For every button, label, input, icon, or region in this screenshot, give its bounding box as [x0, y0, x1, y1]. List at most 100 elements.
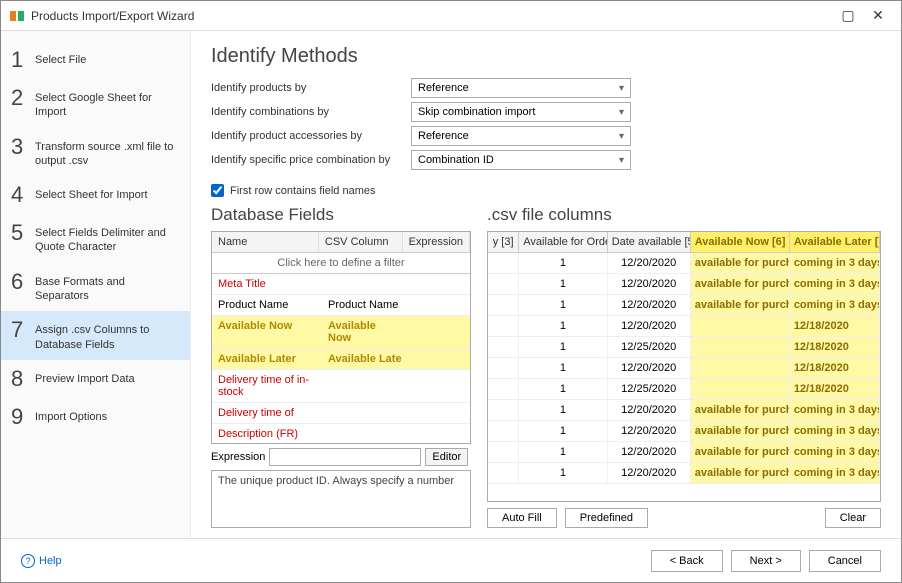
expression-label: Expression [211, 451, 265, 463]
window-title: Products Import/Export Wizard [31, 9, 194, 23]
csv-cell: coming in 3 days [790, 253, 880, 273]
step-number-6: 6 [11, 271, 35, 293]
db-cell-name: Product Name [212, 295, 322, 315]
csv-cell: available for purchase [691, 463, 790, 483]
wizard-step-1[interactable]: 1Select File [1, 41, 190, 79]
wizard-step-9[interactable]: 9Import Options [1, 398, 190, 436]
csv-row[interactable]: 112/20/2020available for purchasecoming … [488, 253, 880, 274]
back-button[interactable]: < Back [651, 550, 723, 572]
identify-select-2[interactable]: Reference▾ [411, 126, 631, 146]
csv-cell: 1 [519, 337, 607, 357]
csv-row[interactable]: 112/20/2020available for purchasecoming … [488, 400, 880, 421]
clear-button[interactable]: Clear [825, 508, 881, 528]
csv-col-header[interactable]: Available Later [7] [790, 232, 880, 252]
wizard-step-4[interactable]: 4Select Sheet for Import [1, 176, 190, 214]
close-button[interactable]: ✕ [863, 1, 893, 31]
db-cell-name: Description (FR) [212, 424, 322, 443]
first-row-checkbox[interactable] [211, 184, 224, 197]
csv-row[interactable]: 112/20/202012/18/2020 [488, 358, 880, 379]
csv-cell: 1 [519, 295, 607, 315]
db-col-csv[interactable]: CSV Column [319, 232, 403, 252]
chevron-down-icon: ▾ [619, 83, 624, 94]
db-fields-heading: Database Fields [211, 205, 471, 225]
csv-cell: coming in 3 days [790, 274, 880, 294]
step-label-3: Transform source .xml file to output .cs… [35, 136, 180, 169]
predefined-button[interactable]: Predefined [565, 508, 648, 528]
csv-row[interactable]: 112/20/2020available for purchasecoming … [488, 463, 880, 484]
step-label-5: Select Fields Delimiter and Quote Charac… [35, 222, 180, 255]
cancel-button[interactable]: Cancel [809, 550, 881, 572]
csv-row[interactable]: 112/20/202012/18/2020 [488, 316, 880, 337]
identify-label-0: Identify products by [211, 82, 411, 94]
step-number-8: 8 [11, 368, 35, 390]
csv-cell [488, 253, 519, 273]
csv-cell: 1 [519, 379, 607, 399]
identify-select-3[interactable]: Combination ID▾ [411, 150, 631, 170]
expression-input[interactable] [269, 448, 421, 466]
csv-cell: 1 [519, 442, 607, 462]
db-row[interactable]: Description (FR) [212, 424, 470, 443]
db-row[interactable]: Available LaterAvailable Late [212, 349, 470, 370]
help-icon: ? [21, 554, 35, 568]
csv-cell: 12/20/2020 [608, 400, 691, 420]
wizard-step-5[interactable]: 5Select Fields Delimiter and Quote Chara… [1, 214, 190, 263]
footer: ? Help < Back Next > Cancel [1, 538, 901, 582]
csv-cell: 12/25/2020 [608, 337, 691, 357]
identify-label-1: Identify combinations by [211, 106, 411, 118]
csv-col-header[interactable]: Date available [5] [608, 232, 691, 252]
editor-button[interactable]: Editor [425, 448, 468, 466]
db-row[interactable]: Meta Title [212, 274, 470, 295]
csv-row[interactable]: 112/20/2020available for purchasecoming … [488, 295, 880, 316]
csv-cell: 12/20/2020 [608, 295, 691, 315]
csv-cell: 12/25/2020 [608, 379, 691, 399]
wizard-step-2[interactable]: 2Select Google Sheet for Import [1, 79, 190, 128]
db-filter-row[interactable]: Click here to define a filter [212, 253, 470, 274]
csv-cell: 12/20/2020 [608, 316, 691, 336]
csv-col-header[interactable]: Available Now [6] [691, 232, 790, 252]
csv-cell: 12/18/2020 [790, 358, 880, 378]
db-col-expr[interactable]: Expression [403, 232, 470, 252]
step-number-5: 5 [11, 222, 35, 244]
csv-cell [691, 316, 790, 336]
csv-row[interactable]: 112/20/2020available for purchasecoming … [488, 442, 880, 463]
step-label-1: Select File [35, 49, 180, 67]
wizard-step-8[interactable]: 8Preview Import Data [1, 360, 190, 398]
step-number-7: 7 [11, 319, 35, 341]
db-col-name[interactable]: Name [212, 232, 319, 252]
csv-row[interactable]: 112/20/2020available for purchasecoming … [488, 421, 880, 442]
csv-col-header[interactable]: y [3] [488, 232, 519, 252]
help-link[interactable]: ? Help [21, 554, 62, 568]
step-label-4: Select Sheet for Import [35, 184, 180, 202]
db-cell-csv [322, 370, 408, 402]
db-row[interactable]: Delivery time of in-stock [212, 370, 470, 403]
csv-cell: 12/18/2020 [790, 379, 880, 399]
wizard-step-3[interactable]: 3Transform source .xml file to output .c… [1, 128, 190, 177]
maximize-button[interactable]: ▢ [833, 1, 863, 31]
db-row[interactable]: Delivery time of [212, 403, 470, 424]
step-number-3: 3 [11, 136, 35, 158]
db-row[interactable]: Available NowAvailable Now [212, 316, 470, 349]
csv-row[interactable]: 112/25/2020 12/18/2020 [488, 379, 880, 400]
wizard-window: Products Import/Export Wizard ▢ ✕ 1Selec… [0, 0, 902, 583]
csv-row[interactable]: 112/20/2020available for purchasecoming … [488, 274, 880, 295]
db-fields-grid[interactable]: Name CSV Column Expression Click here to… [211, 231, 471, 444]
step-label-7: Assign .csv Columns to Database Fields [35, 319, 180, 352]
db-cell-csv: Available Late [322, 349, 408, 369]
first-row-label: First row contains field names [230, 185, 376, 197]
csv-row[interactable]: 112/25/202012/18/2020 [488, 337, 880, 358]
step-number-9: 9 [11, 406, 35, 428]
db-row[interactable]: Product NameProduct Name [212, 295, 470, 316]
wizard-step-6[interactable]: 6Base Formats and Separators [1, 263, 190, 312]
identify-select-0[interactable]: Reference▾ [411, 78, 631, 98]
csv-col-header[interactable]: Available for Order [4] [519, 232, 607, 252]
wizard-step-7[interactable]: 7Assign .csv Columns to Database Fields [1, 311, 190, 360]
identify-select-1[interactable]: Skip combination import▾ [411, 102, 631, 122]
autofill-button[interactable]: Auto Fill [487, 508, 557, 528]
app-logo-icon [9, 8, 25, 24]
csv-cell: 1 [519, 274, 607, 294]
csv-cell: 12/20/2020 [608, 442, 691, 462]
csv-preview-grid[interactable]: y [3]Available for Order [4]Date availab… [487, 231, 881, 502]
next-button[interactable]: Next > [731, 550, 801, 572]
csv-cell [488, 274, 519, 294]
csv-cell: coming in 3 days [790, 421, 880, 441]
